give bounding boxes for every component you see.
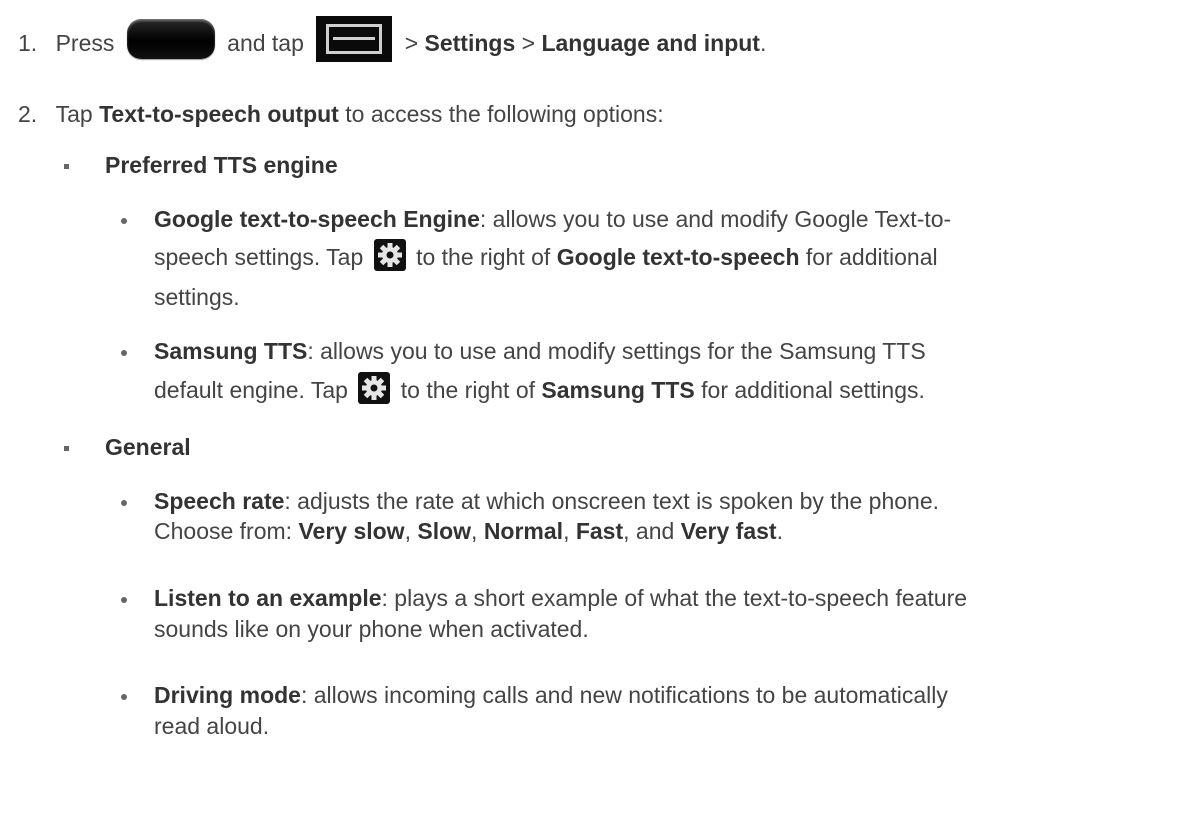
square-bullet	[64, 164, 69, 169]
description: to the right of	[400, 377, 535, 404]
step-text: and tap	[227, 30, 304, 57]
step-number: 1.	[18, 30, 38, 57]
heading-text: Preferred TTS engine	[105, 152, 338, 178]
gear-icon	[373, 239, 406, 271]
description: settings.	[154, 284, 240, 310]
description: : adjusts the rate at which onscreen tex…	[284, 488, 940, 514]
round-bullet	[121, 350, 127, 356]
list-item-samsung-tts: Samsung TTS: allows you to use and modif…	[154, 337, 926, 365]
round-bullet	[121, 500, 127, 506]
language-input-label: Language and input	[541, 30, 760, 57]
round-bullet	[121, 218, 127, 224]
description: speech settings. Tap	[154, 244, 364, 271]
section-heading: Preferred TTS engine	[105, 151, 338, 179]
home-key-icon	[126, 19, 215, 59]
round-bullet	[121, 694, 127, 700]
term: Listen to an example	[154, 585, 382, 611]
punctuation: ,	[404, 518, 411, 544]
description: : allows incoming calls and new notifica…	[300, 682, 948, 708]
round-bullet	[121, 597, 127, 603]
menu-key-icon	[316, 16, 393, 62]
term: Samsung TTS	[154, 338, 308, 364]
separator: >	[521, 30, 536, 57]
step-1: 1. Press and tap > Settings > Language a…	[18, 16, 767, 68]
list-item-samsung-tts-line2: default engine. Tap to the right of Sams…	[154, 372, 925, 408]
description: : allows you to use and modify settings …	[307, 338, 926, 364]
heading-text: General	[105, 434, 191, 460]
description: for additional	[805, 244, 938, 271]
gear-icon	[358, 372, 391, 404]
description: to the right of	[416, 244, 551, 271]
period: .	[759, 30, 767, 57]
term: Samsung TTS	[541, 377, 695, 404]
term: Speech rate	[154, 488, 285, 514]
square-bullet	[64, 446, 69, 451]
step-text: Tap	[55, 101, 93, 127]
step-text: to access the following options:	[345, 101, 664, 127]
option: Very fast	[680, 518, 777, 544]
description: read aloud.	[154, 713, 270, 739]
description: : allows you to use and modify Google Te…	[479, 206, 952, 232]
list-item-driving-mode: Driving mode: allows incoming calls and …	[154, 681, 948, 709]
description: for additional settings.	[701, 377, 925, 404]
list-item-google-tts-line3: settings.	[154, 283, 240, 311]
description: sounds like on your phone when activated…	[154, 616, 589, 642]
option: Fast	[575, 518, 624, 544]
punctuation: ,	[563, 518, 570, 544]
description: : plays a short example of what the text…	[381, 585, 968, 611]
step-text: Press	[55, 30, 115, 57]
option: Slow	[417, 518, 472, 544]
step-2: 2. Tap Text-to-speech output to access t…	[18, 100, 664, 128]
option: Very slow	[298, 518, 405, 544]
term: Driving mode	[154, 682, 301, 708]
term: Google text-to-speech	[556, 244, 800, 271]
step-number: 2.	[18, 101, 38, 127]
list-item-driving-mode-line2: read aloud.	[154, 712, 269, 740]
punctuation: .	[776, 518, 783, 544]
list-item-google-tts: Google text-to-speech Engine: allows you…	[154, 205, 951, 233]
list-item-listen-example: Listen to an example: plays a short exam…	[154, 584, 967, 612]
description: , and	[623, 518, 675, 544]
term: Google text-to-speech Engine	[154, 206, 480, 232]
list-item-speech-rate: Speech rate: adjusts the rate at which o…	[154, 487, 939, 515]
separator: >	[404, 30, 419, 57]
punctuation: ,	[471, 518, 478, 544]
list-item-speech-rate-line2: Choose from: Very slow, Slow, Normal, Fa…	[154, 517, 783, 545]
list-item-google-tts-line2: speech settings. Tap to the right of Goo…	[154, 239, 938, 275]
option: Normal	[483, 518, 564, 544]
list-item-listen-example-line2: sounds like on your phone when activated…	[154, 615, 589, 643]
description: Choose from:	[154, 518, 293, 544]
tts-output-label: Text-to-speech output	[99, 101, 339, 127]
section-heading: General	[105, 433, 191, 461]
settings-label: Settings	[424, 30, 516, 57]
description: default engine. Tap	[154, 377, 348, 404]
